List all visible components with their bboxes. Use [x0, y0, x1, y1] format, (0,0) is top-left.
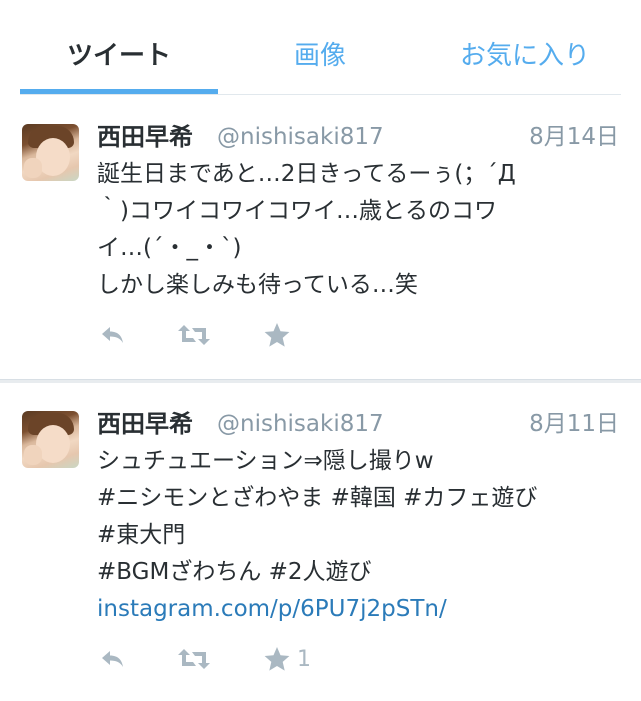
tweet-text-line[interactable]: #東大門 [97, 517, 621, 554]
tweet-text-line[interactable]: #ニシモンとざわやま #韓国 #カフェ遊び [97, 480, 621, 517]
divider [20, 94, 621, 95]
tweet-item[interactable]: 西田早希 @nishisaki817 8月11日 シュチュエーション⇒隠し撮りw… [0, 383, 641, 701]
tweet-date[interactable]: 8月14日 [529, 122, 619, 152]
profile-timeline: ツイート 画像 お気に入り 西田早希 @nishisaki817 8月14日 誕… [0, 0, 641, 701]
tweet-text-line: しかし楽しみも待っている…笑 [97, 272, 418, 298]
star-icon[interactable] [263, 645, 291, 675]
retweet-icon[interactable] [177, 645, 211, 675]
retweet-icon[interactable] [177, 321, 211, 351]
star-icon[interactable] [263, 321, 291, 351]
profile-tabs: ツイート 画像 お気に入り [0, 0, 641, 96]
tweet-date[interactable]: 8月11日 [529, 409, 619, 439]
tweet-author-handle[interactable]: @nishisaki817 [217, 122, 384, 152]
tab-images[interactable]: 画像 [240, 38, 400, 74]
tweet-text-line: シュチュエーション⇒隠し撮りw [97, 448, 434, 474]
avatar[interactable] [22, 124, 79, 181]
tweet-text: 誕生日まであと…2日きってるーぅ(；´Д ｀)コワイコワイコワイ…歳とるのコワ … [97, 156, 621, 304]
avatar[interactable] [22, 411, 79, 468]
tweet-text: シュチュエーション⇒隠し撮りw #ニシモンとざわやま #韓国 #カフェ遊び #東… [97, 443, 621, 628]
favorite-count: 1 [297, 647, 311, 672]
tweet-text-line: イ…(´・_・`) [97, 235, 242, 261]
tweet-author-handle[interactable]: @nishisaki817 [217, 409, 384, 439]
tweet-text-line: 誕生日まであと…2日きってるーぅ(；´Д [97, 161, 516, 187]
tweet-text-line[interactable]: #BGMざわちん #2人遊び [97, 554, 621, 591]
tweet-author-name[interactable]: 西田早希 [97, 409, 193, 439]
reply-icon[interactable] [99, 321, 127, 351]
tweet-link[interactable]: instagram.com/p/6PU7j2pSTn/ [97, 591, 621, 628]
tab-favorites[interactable]: お気に入り [430, 38, 620, 74]
tweet-text-line: ｀)コワイコワイコワイ…歳とるのコワ [97, 198, 497, 224]
tab-tweets[interactable]: ツイート [20, 38, 218, 74]
reply-icon[interactable] [99, 645, 127, 675]
tweet-author-name[interactable]: 西田早希 [97, 122, 193, 152]
tweet-item[interactable]: 西田早希 @nishisaki817 8月14日 誕生日まであと…2日きってるー… [0, 96, 641, 379]
